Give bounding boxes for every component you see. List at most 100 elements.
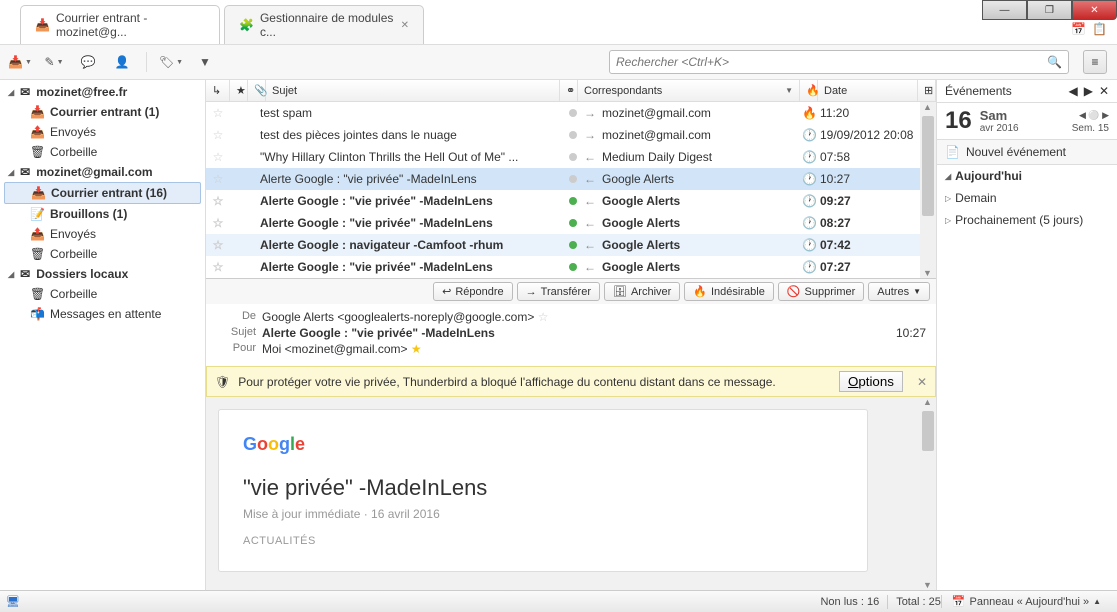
col-read[interactable]: ⚭ [560, 80, 578, 101]
reader-scrollbar[interactable]: ▲▼ [920, 397, 936, 590]
event-group[interactable]: ▷Demain [937, 187, 1117, 209]
event-group[interactable]: ▷Prochainement (5 jours) [937, 209, 1117, 231]
tab-label: Gestionnaire de modules c... [260, 11, 395, 39]
status-unread: Non lus : 16 [820, 596, 879, 608]
star-icon[interactable]: ☆ [206, 150, 230, 164]
account-header[interactable]: ◢✉Dossiers locaux [0, 264, 205, 284]
events-title: Événements [945, 84, 1012, 98]
fire-icon: 🔥 [802, 106, 820, 120]
col-picker[interactable]: ⊞ [918, 80, 936, 101]
shield-icon: 🛡 [215, 375, 230, 389]
message-row[interactable]: ☆test spam→mozinet@gmail.com🔥11:20 [206, 102, 936, 124]
close-events-icon[interactable]: ✕ [1099, 84, 1109, 98]
trash-icon: 🗑 [30, 247, 44, 261]
mail-icon: ✉ [20, 165, 30, 179]
filter-button[interactable]: ▼ [195, 52, 215, 72]
search-input[interactable] [616, 55, 1047, 69]
event-group[interactable]: ◢Aujourd'hui [937, 165, 1117, 187]
tab-inbox[interactable]: 📥 Courrier entrant - mozinet@g... [20, 5, 220, 44]
close-tab-icon[interactable]: ✕ [401, 20, 409, 31]
message-row[interactable]: ☆Alerte Google : "vie privée" -MadeInLen… [206, 190, 936, 212]
star-icon[interactable]: ☆ [538, 310, 549, 324]
options-button[interactable]: Options [839, 371, 903, 392]
tab-addons[interactable]: 🧩 Gestionnaire de modules c... ✕ [224, 5, 424, 44]
star-icon[interactable]: ☆ [206, 194, 230, 208]
message-row[interactable]: ☆Alerte Google : "vie privée" -MadeInLen… [206, 256, 936, 278]
direction-icon: ← [584, 150, 602, 164]
list-scrollbar[interactable]: ▲▼ [920, 102, 936, 278]
archive-button[interactable]: 🗄Archiver [604, 282, 680, 301]
search-icon[interactable]: 🔍 [1047, 55, 1062, 69]
calendar-icon[interactable]: 📅 [1071, 22, 1086, 36]
clock-icon: 🕐 [802, 172, 820, 186]
message-row[interactable]: ☆Alerte Google : navigateur -Camfoot -rh… [206, 234, 936, 256]
forward-button[interactable]: →Transférer [517, 282, 600, 301]
other-button[interactable]: Autres▼ [868, 282, 930, 301]
direction-icon: → [584, 106, 602, 120]
account-header[interactable]: ◢✉mozinet@gmail.com [0, 162, 205, 182]
body-section: ACTUALITÉS [243, 535, 843, 547]
new-event-button[interactable]: 📄 Nouvel événement [937, 140, 1117, 165]
col-star[interactable]: ★ [230, 80, 248, 101]
message-row[interactable]: ☆"Why Hillary Clinton Thrills the Hell O… [206, 146, 936, 168]
read-dot-icon [562, 150, 584, 164]
junk-button[interactable]: 🔥Indésirable [684, 282, 774, 301]
tab-label: Courrier entrant - mozinet@g... [56, 11, 205, 39]
folder-outbox[interactable]: 📬Messages en attente [0, 304, 205, 324]
direction-icon: ← [584, 172, 602, 186]
message-row[interactable]: ☆Alerte Google : "vie privée" -MadeInLen… [206, 168, 936, 190]
folder-inbox[interactable]: 📥Courrier entrant (1) [0, 102, 205, 122]
star-icon[interactable]: ☆ [206, 106, 230, 120]
col-attach[interactable]: 📎 [248, 80, 266, 101]
app-menu-button[interactable]: ≡ [1083, 50, 1107, 74]
clock-icon: 🕐 [802, 260, 820, 274]
col-date[interactable]: Date [818, 80, 918, 101]
write-button[interactable]: ✎▼ [44, 52, 64, 72]
maximize-button[interactable]: ❐ [1027, 0, 1072, 20]
window-controls: — ❐ ✕ [982, 0, 1117, 20]
main-toolbar: 📥▼ ✎▼ 💬 👤 🏷▼ ▼ 🔍 ≡ [0, 44, 1117, 80]
row-date: 07:58 [820, 150, 920, 164]
star-icon[interactable]: ☆ [206, 172, 230, 186]
delete-button[interactable]: 🚫Supprimer [778, 282, 864, 301]
dismiss-warning-icon[interactable]: ✕ [917, 375, 927, 389]
tasks-icon[interactable]: 📋 [1092, 22, 1107, 36]
folder-sent[interactable]: 📤Envoyés [0, 122, 205, 142]
mail-icon: ✉ [20, 267, 30, 281]
outbox-icon: 📬 [30, 307, 44, 321]
inbox-icon: 📥 [35, 18, 50, 32]
folder-inbox[interactable]: 📥Courrier entrant (16) [4, 182, 201, 204]
next-day-icon[interactable]: ▶ [1084, 84, 1093, 98]
clock-icon: 🕐 [802, 128, 820, 142]
folder-trash[interactable]: 🗑Corbeille [0, 284, 205, 304]
star-icon[interactable]: ☆ [206, 238, 230, 252]
trash-icon: 🗑 [30, 287, 44, 301]
reply-icon: ↩ [442, 285, 451, 298]
close-button[interactable]: ✕ [1072, 0, 1117, 20]
star-icon[interactable]: ☆ [206, 216, 230, 230]
col-correspondents[interactable]: Correspondants▼ [578, 80, 800, 101]
col-junk[interactable]: 🔥 [800, 80, 818, 101]
folder-trash[interactable]: 🗑Corbeille [0, 142, 205, 162]
folder-trash[interactable]: 🗑Corbeille [0, 244, 205, 264]
star-icon[interactable]: ★ [411, 342, 422, 356]
folder-sent[interactable]: 📤Envoyés [0, 224, 205, 244]
minimize-button[interactable]: — [982, 0, 1027, 20]
account-header[interactable]: ◢✉mozinet@free.fr [0, 82, 205, 102]
get-mail-button[interactable]: 📥▼ [10, 52, 30, 72]
message-row[interactable]: ☆Alerte Google : "vie privée" -MadeInLen… [206, 212, 936, 234]
folder-draft[interactable]: 📝Brouillons (1) [0, 204, 205, 224]
prev-day-icon[interactable]: ◀ [1068, 84, 1077, 98]
search-box[interactable]: 🔍 [609, 50, 1069, 74]
chat-button[interactable]: 💬 [78, 52, 98, 72]
star-icon[interactable]: ☆ [206, 128, 230, 142]
col-thread[interactable]: ↳ [206, 80, 230, 101]
today-pane-toggle[interactable]: 📅 Panneau « Aujourd'hui » ▲ [941, 595, 1111, 608]
tag-button[interactable]: 🏷▼ [161, 52, 181, 72]
address-book-button[interactable]: 👤 [112, 52, 132, 72]
star-icon[interactable]: ☆ [206, 260, 230, 274]
col-subject[interactable]: Sujet [266, 80, 560, 101]
reply-button[interactable]: ↩Répondre [433, 282, 513, 301]
message-row[interactable]: ☆test des pièces jointes dans le nuage→m… [206, 124, 936, 146]
online-icon[interactable]: 🖥 [6, 595, 20, 608]
